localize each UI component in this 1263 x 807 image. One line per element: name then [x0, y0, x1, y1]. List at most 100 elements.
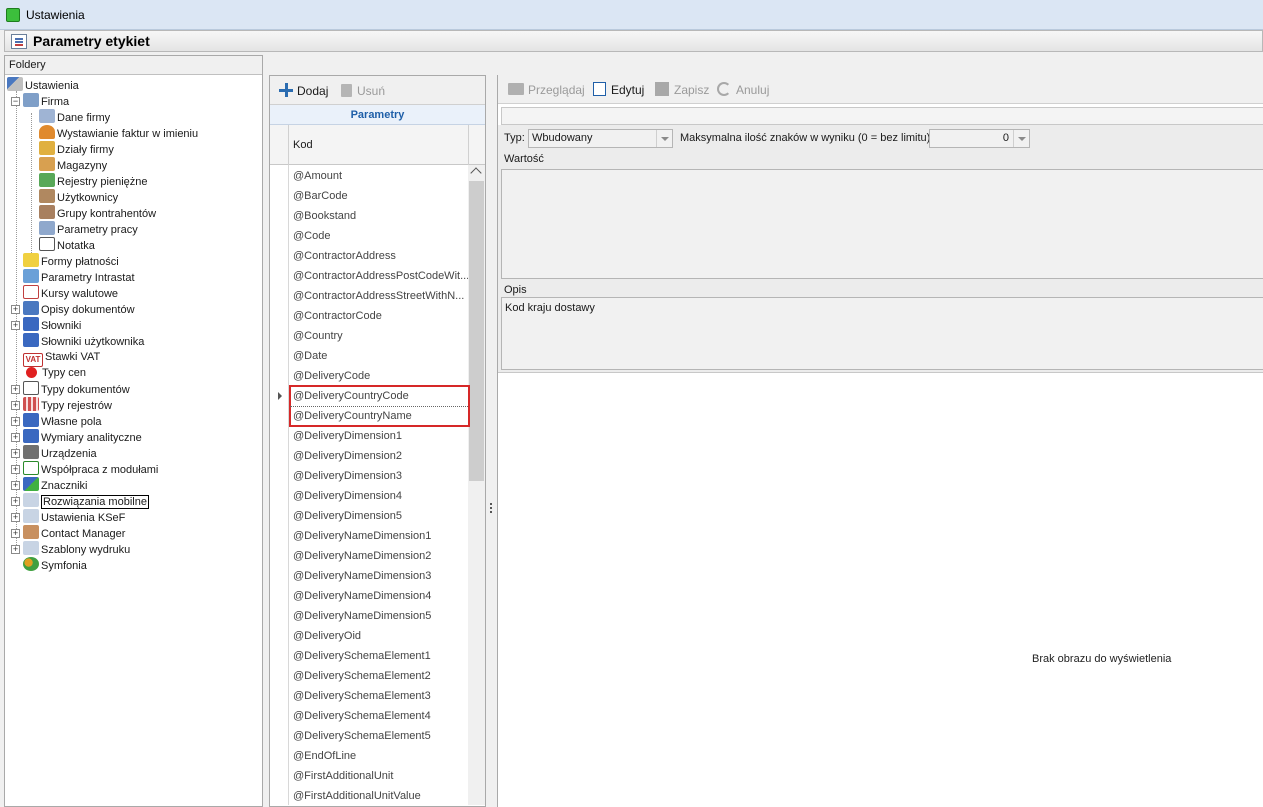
tree-item-ustawienia[interactable]: Ustawienia: [7, 77, 79, 93]
tree-item-dane-firmy[interactable]: Dane firmy: [39, 109, 110, 125]
price-icon: [26, 367, 37, 378]
collapse-icon[interactable]: −: [11, 97, 20, 106]
table-row[interactable]: @FirstAdditionalUnitValue: [290, 786, 468, 805]
table-row[interactable]: @BarCode: [290, 186, 468, 206]
expand-icon[interactable]: +: [11, 305, 20, 314]
save-icon: [655, 82, 669, 96]
table-row[interactable]: @DeliveryNameDimension5: [290, 606, 468, 626]
table-row[interactable]: @DeliverySchemaElement4: [290, 706, 468, 726]
table-row[interactable]: @Bookstand: [290, 206, 468, 226]
tree-item-wlasne-pola[interactable]: Własne pola: [23, 413, 102, 429]
table-row[interactable]: @DeliveryNameDimension1: [290, 526, 468, 546]
table-row[interactable]: @DeliveryDimension3: [290, 466, 468, 486]
tree-item-typy-dokumentow[interactable]: Typy dokumentów: [23, 381, 130, 397]
expand-icon[interactable]: +: [11, 545, 20, 554]
table-row[interactable]: @DeliverySchemaElement5: [290, 726, 468, 746]
tree-item-opisy-dokumentow[interactable]: Opisy dokumentów: [23, 301, 135, 317]
table-row[interactable]: @DeliveryDimension2: [290, 446, 468, 466]
tree-item-formy-platnosci[interactable]: Formy płatności: [23, 253, 119, 269]
table-row[interactable]: @DeliveryNameDimension3: [290, 566, 468, 586]
tree-item-symfonia[interactable]: Symfonia: [23, 557, 87, 573]
name-field[interactable]: [501, 107, 1263, 125]
tree-item-urzadzenia[interactable]: Urządzenia: [23, 445, 97, 461]
max-chars-stepper[interactable]: 0: [929, 129, 1030, 148]
table-row[interactable]: @DeliveryNameDimension2: [290, 546, 468, 566]
table-row[interactable]: @DeliveryDimension4: [290, 486, 468, 506]
tree-item-grupy-kontrahentow[interactable]: Grupy kontrahentów: [39, 205, 156, 221]
browse-button[interactable]: Przeglądaj: [508, 81, 585, 99]
table-row[interactable]: @DeliveryOid: [290, 626, 468, 646]
table-row[interactable]: @Date: [290, 346, 468, 366]
expand-icon[interactable]: +: [11, 465, 20, 474]
expand-icon[interactable]: +: [11, 529, 20, 538]
type-combo[interactable]: Wbudowany: [528, 129, 673, 148]
expand-icon[interactable]: +: [11, 449, 20, 458]
tree-item-parametry-intrastat[interactable]: Parametry Intrastat: [23, 269, 135, 285]
tree-item-typy-rejestrow[interactable]: Typy rejestrów: [23, 397, 112, 413]
table-row[interactable]: @Amount: [290, 166, 468, 186]
expand-icon[interactable]: +: [11, 497, 20, 506]
table-row[interactable]: @DeliveryDimension1: [290, 426, 468, 446]
table-row[interactable]: @ContractorAddressStreetWithN...: [290, 286, 468, 306]
expand-icon[interactable]: +: [11, 385, 20, 394]
vertical-scrollbar[interactable]: [468, 165, 485, 805]
tree-item-firma[interactable]: Firma: [23, 93, 69, 109]
tree-item-rejestry-pieniezne[interactable]: Rejestry pieniężne: [39, 173, 148, 189]
tree-item-ustawienia-ksef[interactable]: Ustawienia KSeF: [23, 509, 125, 525]
tree-item-slowniki-uzytkownika[interactable]: Słowniki użytkownika: [23, 333, 144, 349]
grid-column-header[interactable]: Kod: [270, 125, 485, 165]
tree-item-notatka[interactable]: Notatka: [39, 237, 95, 253]
tree-item-rozwiazania-mobilne[interactable]: Rozwiązania mobilne: [23, 493, 149, 509]
expand-icon[interactable]: +: [11, 433, 20, 442]
tree-item-typy-cen[interactable]: Typy cen: [23, 365, 86, 381]
expand-icon[interactable]: +: [11, 401, 20, 410]
tree-item-magazyny[interactable]: Magazyny: [39, 157, 107, 173]
detail-panel: Przeglądaj Edytuj Zapisz Anuluj Typ: Wbu…: [497, 75, 1263, 807]
contact-icon: [23, 525, 39, 539]
table-row[interactable]: @FirstAdditionalUnit: [290, 766, 468, 786]
tree-item-znaczniki[interactable]: Znaczniki: [23, 477, 87, 493]
expand-icon[interactable]: +: [11, 321, 20, 330]
table-row[interactable]: @DeliveryDimension5: [290, 506, 468, 526]
table-row[interactable]: @DeliverySchemaElement1: [290, 646, 468, 666]
table-row[interactable]: @DeliverySchemaElement2: [290, 666, 468, 686]
table-row[interactable]: @Country: [290, 326, 468, 346]
table-row[interactable]: @DeliverySchemaElement3: [290, 686, 468, 706]
add-button[interactable]: Dodaj: [279, 82, 328, 100]
description-textarea[interactable]: [501, 297, 1263, 370]
tree-item-wystawianie-faktur[interactable]: Wystawianie faktur w imieniu: [39, 125, 198, 141]
cancel-button[interactable]: Anuluj: [717, 81, 769, 99]
scroll-thumb[interactable]: [469, 181, 484, 481]
splitter-handle[interactable]: [490, 503, 493, 517]
expand-icon[interactable]: +: [11, 481, 20, 490]
delete-button[interactable]: Usuń: [341, 82, 385, 100]
tree-item-dzialy-firmy[interactable]: Działy firmy: [39, 141, 114, 157]
table-row[interactable]: @DeliveryCode: [290, 366, 468, 386]
table-row[interactable]: @Code: [290, 226, 468, 246]
chevron-down-icon[interactable]: [1013, 130, 1029, 147]
chevron-down-icon[interactable]: [656, 130, 672, 147]
table-row[interactable]: @EndOfLine: [290, 746, 468, 766]
tree-item-kursy-walutowe[interactable]: Kursy walutowe: [23, 285, 118, 301]
table-row[interactable]: @ContractorAddressPostCodeWit...: [290, 266, 468, 286]
scroll-up-icon[interactable]: [470, 167, 482, 179]
table-row[interactable]: @DeliveryNameDimension4: [290, 586, 468, 606]
tree-item-wspolpraca-z-modulami[interactable]: Współpraca z modułami: [23, 461, 158, 477]
tree-item-parametry-pracy[interactable]: Parametry pracy: [39, 221, 138, 237]
current-row-arrow-icon: [278, 392, 282, 400]
expand-icon[interactable]: +: [11, 417, 20, 426]
tree-item-uzytkownicy[interactable]: Użytkownicy: [39, 189, 118, 205]
value-textarea[interactable]: [501, 169, 1263, 279]
tree-item-wymiary-analityczne[interactable]: Wymiary analityczne: [23, 429, 142, 445]
tree-item-stawki-vat[interactable]: VAT Stawki VAT: [23, 349, 100, 367]
description-label: Opis: [504, 284, 527, 296]
table-row[interactable]: @ContractorAddress: [290, 246, 468, 266]
tree-item-slowniki[interactable]: Słowniki: [23, 317, 81, 333]
edit-button[interactable]: Edytuj: [593, 81, 644, 99]
tree-item-contact-manager[interactable]: Contact Manager: [23, 525, 125, 541]
save-button[interactable]: Zapisz: [655, 81, 709, 99]
expand-icon[interactable]: +: [11, 513, 20, 522]
table-row[interactable]: @ContractorCode: [290, 306, 468, 326]
tree-item-szablony-wydruku[interactable]: Szablony wydruku: [23, 541, 130, 557]
warehouse-icon: [39, 157, 55, 171]
